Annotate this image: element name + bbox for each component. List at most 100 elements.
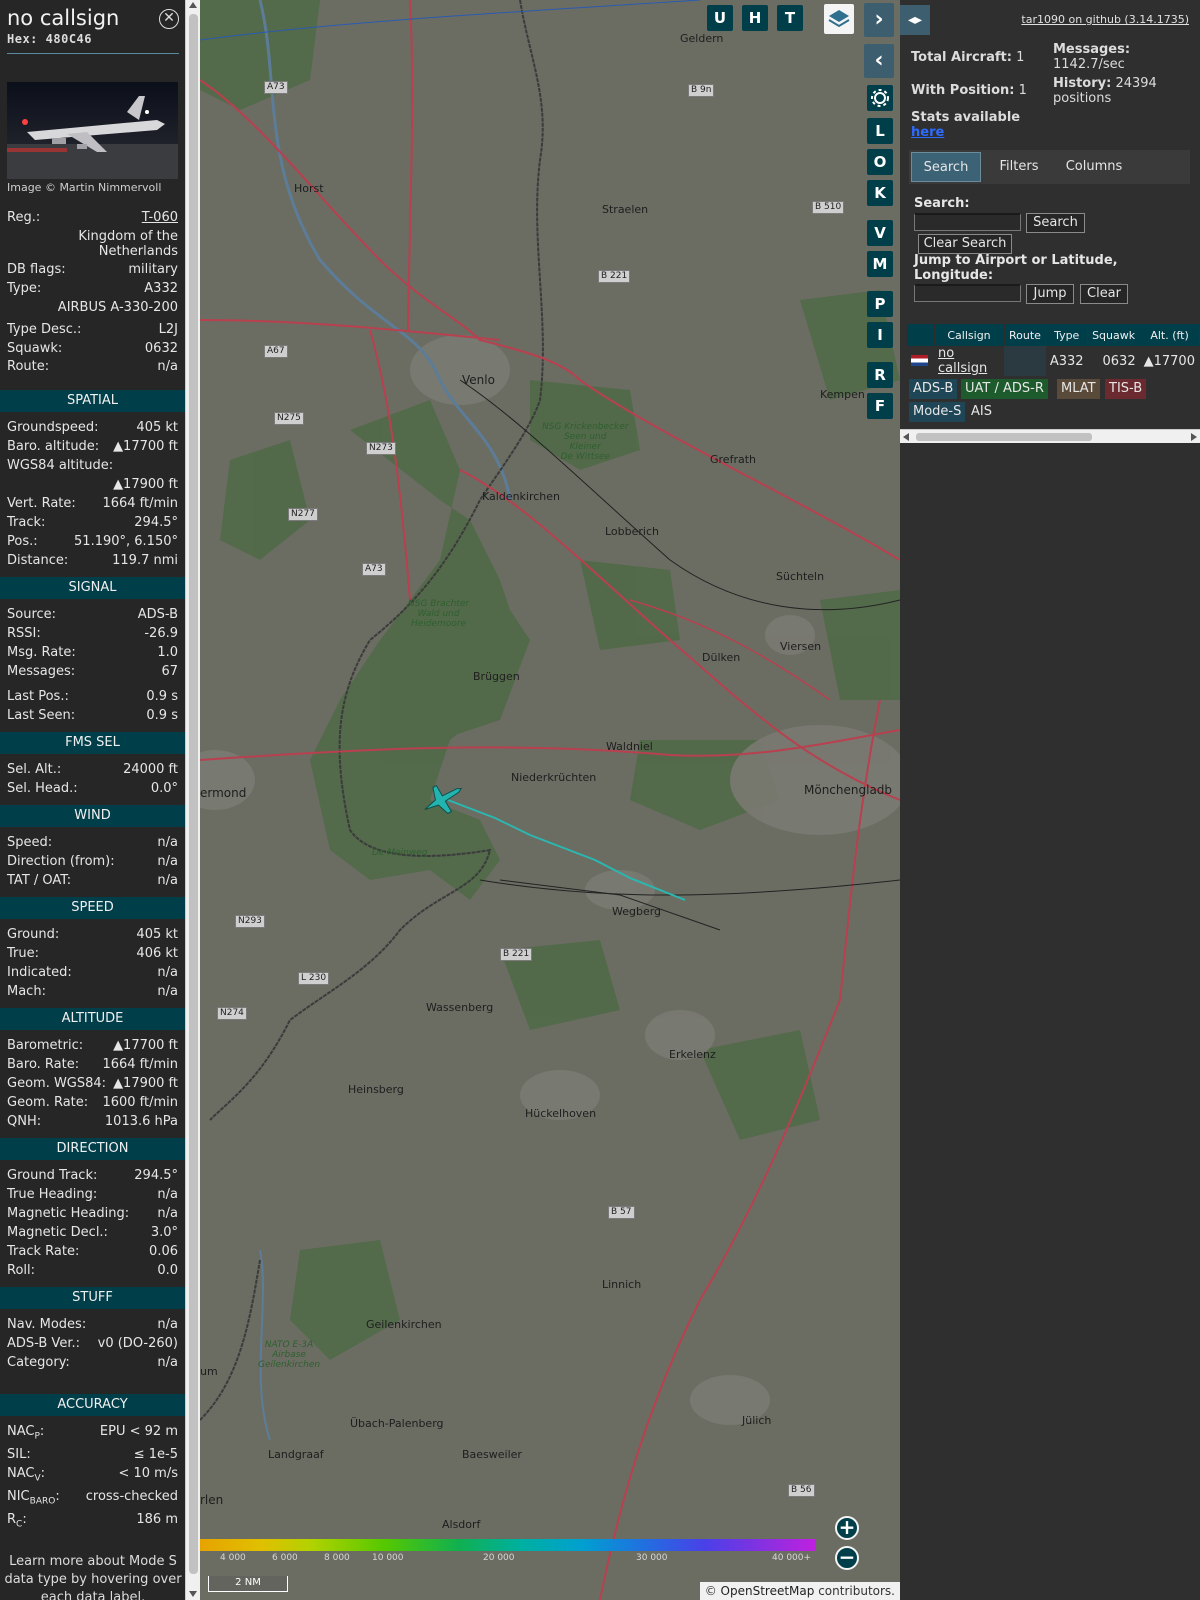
- map-label: Straelen: [602, 203, 649, 216]
- true-speed-row: True: 406 kt: [7, 946, 178, 961]
- map-button-r[interactable]: R: [867, 362, 893, 388]
- qnh-row: QNH: 1013.6 hPa: [7, 1114, 178, 1129]
- road-badge: B 510: [812, 201, 845, 214]
- stats-link[interactable]: here: [911, 125, 944, 140]
- map-label: Kempen: [820, 388, 865, 401]
- table-row[interactable]: no callsign A332 0632 ▲17700: [907, 346, 1200, 376]
- jump-input[interactable]: [914, 284, 1021, 302]
- col-callsign[interactable]: Callsign: [934, 324, 1005, 346]
- gtrack-row: Ground Track: 294.5°: [7, 1168, 178, 1183]
- reg-link[interactable]: T-060: [142, 210, 178, 225]
- map-label: rlen: [200, 1493, 224, 1507]
- map-button-l[interactable]: L: [867, 118, 893, 144]
- stats-link-wrap: here: [911, 125, 944, 140]
- altitude-legend-ticks: 4 000 6 000 8 000 10 000 20 000 30 000 4…: [200, 1553, 840, 1565]
- map-label: Horst: [294, 182, 324, 195]
- chevron-left-icon[interactable]: ‹: [864, 44, 894, 78]
- map-scale: 2 NM: [208, 1576, 288, 1592]
- tab-columns[interactable]: Columns: [1057, 152, 1131, 182]
- typedesc-row: Type Desc.: L2J: [7, 322, 178, 337]
- section-fms: FMS SEL: [0, 732, 185, 754]
- road-badge: B 9n: [688, 84, 715, 97]
- tab-search[interactable]: Search: [911, 152, 981, 182]
- map-view[interactable]: Geldern Horst Straelen Venlo Kempen Gref…: [200, 0, 900, 1600]
- tab-filters[interactable]: Filters: [985, 152, 1053, 182]
- section-direction: DIRECTION: [0, 1138, 185, 1160]
- aircraft-photo[interactable]: [7, 82, 178, 179]
- layers-icon[interactable]: [824, 4, 854, 34]
- map-button-i[interactable]: I: [867, 322, 893, 348]
- col-route[interactable]: Route: [1004, 324, 1047, 346]
- category-row: Category: n/a: [7, 1355, 178, 1370]
- map-button-k[interactable]: K: [867, 180, 893, 206]
- map-label: Viersen: [780, 640, 822, 653]
- section-speed: SPEED: [0, 897, 185, 919]
- map-label: Wassenberg: [426, 1001, 494, 1014]
- source-row: Source: ADS-B: [7, 607, 178, 622]
- ground-speed-row: Ground: 405 kt: [7, 927, 178, 942]
- vert-rate-row: Vert. Rate: 1664 ft/min: [7, 496, 178, 511]
- search-label: Search:: [914, 196, 970, 211]
- search-input[interactable]: [914, 213, 1021, 231]
- lastpos-row: Last Pos.: 0.9 s: [7, 689, 178, 704]
- map-button-h[interactable]: H: [742, 5, 768, 31]
- map-button-o[interactable]: O: [867, 149, 893, 175]
- messages-label: Messages:: [1053, 42, 1131, 57]
- github-link[interactable]: tar1090 on github (3.14.1735): [1021, 13, 1189, 26]
- theading-row: True Heading: n/a: [7, 1187, 178, 1202]
- aircraft-marker-icon[interactable]: [418, 778, 468, 820]
- history-row-1: History: 24394: [1053, 76, 1157, 91]
- search-button[interactable]: Search: [1026, 213, 1085, 233]
- rssi-row: RSSI: -26.9: [7, 626, 178, 641]
- expand-collapse-icon[interactable]: ◂▸: [900, 5, 930, 35]
- nacv-row: NACV: < 10 m/s: [7, 1466, 178, 1484]
- gear-icon[interactable]: [867, 85, 893, 111]
- source-adsb: ADS-B: [909, 379, 958, 399]
- map-label: Übach-Palenberg: [350, 1417, 444, 1430]
- map-button-f[interactable]: F: [867, 393, 893, 419]
- col-flag[interactable]: [907, 324, 935, 346]
- clear-button[interactable]: Clear: [1080, 284, 1128, 304]
- clear-search-button[interactable]: Clear Search: [918, 234, 1012, 254]
- map-label: um: [200, 1365, 218, 1378]
- map-button-t[interactable]: T: [777, 5, 803, 31]
- map-button-v[interactable]: V: [867, 220, 893, 246]
- distance-row: Distance: 119.7 nmi: [7, 553, 178, 568]
- chevron-right-icon[interactable]: ›: [864, 3, 894, 37]
- map-button-p[interactable]: P: [867, 291, 893, 317]
- photo-credit: Image © Martin Nimmervoll: [7, 181, 162, 194]
- col-alt[interactable]: Alt. (ft): [1139, 324, 1200, 346]
- map-label: Brüggen: [473, 670, 520, 683]
- road-badge: N274: [217, 1007, 247, 1020]
- squawk-row: Squawk: 0632: [7, 341, 178, 356]
- map-button-m[interactable]: M: [867, 251, 893, 277]
- road-badge: A67: [264, 345, 288, 358]
- col-type[interactable]: Type: [1045, 324, 1089, 346]
- alt-tick: 6 000: [272, 1553, 298, 1563]
- zoom-in-button[interactable]: +: [835, 1516, 859, 1540]
- alt-tick: 40 000+: [772, 1553, 812, 1563]
- jump-button[interactable]: Jump: [1026, 284, 1074, 304]
- col-squawk[interactable]: Squawk: [1087, 324, 1141, 346]
- lastseen-row: Last Seen: 0.9 s: [7, 708, 178, 723]
- road-badge: B 56: [788, 1484, 815, 1497]
- cell-callsign[interactable]: no callsign: [934, 346, 1005, 376]
- road-badge: N293: [235, 915, 265, 928]
- table-horizontal-scrollbar[interactable]: [900, 429, 1200, 443]
- map-label: Heinsberg: [348, 1083, 404, 1096]
- map-button-u[interactable]: U: [707, 5, 733, 31]
- tab-bar: Search Filters Columns: [909, 150, 1190, 184]
- nicbaro-row: NICBARO: cross-checked: [7, 1489, 178, 1507]
- cell-route: [1004, 346, 1046, 376]
- info-scrollbar[interactable]: [185, 0, 200, 1600]
- close-icon[interactable]: ✕: [159, 9, 179, 29]
- stats-label: Stats available: [911, 110, 1021, 125]
- map-label: Waldniel: [606, 740, 653, 753]
- baro-rate-row: Baro. Rate: 1664 ft/min: [7, 1057, 178, 1072]
- osm-link[interactable]: OpenStreetMap: [721, 1584, 815, 1598]
- map-label: Landgraaf: [268, 1448, 324, 1461]
- section-stuff: STUFF: [0, 1287, 185, 1309]
- tat-row: TAT / OAT: n/a: [7, 873, 178, 888]
- alt-tick: 4 000: [220, 1553, 246, 1563]
- source-tisb: TIS-B: [1105, 379, 1147, 399]
